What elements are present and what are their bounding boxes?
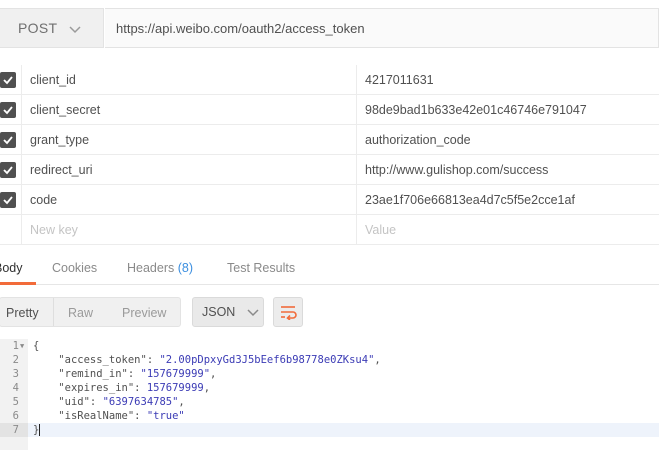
param-key[interactable]: grant_type: [21, 125, 357, 155]
code-text: "uid": "6397634785",: [58, 396, 185, 408]
params-table: client_id 4217011631 client_secret 98de9…: [0, 65, 659, 245]
param-value[interactable]: 98de9bad1b633e42e01c46746e791047: [357, 95, 659, 125]
response-toolbar: Pretty Raw Preview JSON: [0, 297, 659, 327]
code-text: }: [33, 423, 41, 437]
line-number: 3: [12, 368, 19, 380]
response-tabs: Body Cookies Headers (8) Test Results: [0, 255, 659, 285]
code-line: 4 "expires_in": 157679999,: [0, 381, 659, 395]
code-text: "expires_in": 157679999,: [58, 382, 211, 394]
wrap-lines-button[interactable]: [273, 297, 303, 327]
url-text: https://api.weibo.com/oauth2/access_toke…: [116, 20, 365, 36]
param-checkbox[interactable]: [0, 102, 16, 118]
code-text: "access_token": "2.00pDpxyGd3J5bEef6b987…: [58, 354, 381, 366]
method-label: POST: [18, 20, 58, 36]
headers-count-badge: (8): [177, 261, 194, 275]
text-caret: [39, 424, 41, 436]
json-key: "isRealName": [58, 410, 135, 422]
param-value[interactable]: 23ae1f706e66813ea4d7c5f5e2cce1af: [357, 185, 659, 215]
code-line: 1 ▼ {: [0, 339, 659, 353]
param-row: client_id 4217011631: [0, 65, 659, 95]
tab-headers-label: Headers: [127, 261, 175, 275]
tab-test-results[interactable]: Test Results: [227, 261, 295, 275]
view-mode-segmented: Pretty Raw Preview: [0, 297, 181, 327]
code-text: "isRealName": "true": [58, 410, 185, 422]
json-value: "6397634785": [102, 396, 179, 408]
param-value[interactable]: http://www.gulishop.com/success: [357, 155, 659, 185]
view-pretty-button[interactable]: Pretty: [6, 306, 39, 320]
param-value[interactable]: authorization_code: [357, 125, 659, 155]
param-key[interactable]: client_secret: [21, 95, 357, 125]
param-checkbox[interactable]: [0, 162, 16, 178]
response-body-editor[interactable]: 1 ▼ { 2 "access_token": "2.00pDpxyGd3J5b…: [0, 339, 659, 450]
line-number: 6: [12, 410, 19, 422]
json-comma: ,: [374, 354, 381, 366]
json-value: "2.00pDpxyGd3J5bEef6b98778e0ZKsu4": [159, 354, 375, 366]
check-icon: [3, 136, 13, 145]
check-icon: [3, 196, 13, 205]
code-text: {: [33, 340, 40, 352]
json-value: 157679999: [146, 382, 204, 394]
chevron-down-icon: [247, 306, 259, 318]
check-icon: [3, 76, 13, 85]
param-checkbox[interactable]: [0, 132, 16, 148]
code-line: 2 "access_token": "2.00pDpxyGd3J5bEef6b9…: [0, 353, 659, 367]
tab-body[interactable]: Body: [0, 261, 23, 275]
url-input[interactable]: https://api.weibo.com/oauth2/access_toke…: [105, 8, 659, 48]
param-row: grant_type authorization_code: [0, 125, 659, 155]
param-value[interactable]: 4217011631: [357, 65, 659, 95]
new-key-input[interactable]: New key: [21, 215, 357, 245]
view-preview-button[interactable]: Preview: [122, 306, 166, 320]
param-row: redirect_uri http://www.gulishop.com/suc…: [0, 155, 659, 185]
method-select[interactable]: POST: [0, 8, 104, 48]
line-number: 5: [12, 396, 19, 408]
segment-divider: [53, 298, 54, 326]
fold-arrow-icon[interactable]: ▼: [20, 339, 24, 353]
json-value: "true": [146, 410, 185, 422]
wrap-lines-icon: [281, 306, 297, 320]
json-comma: ,: [178, 396, 185, 408]
tab-cookies[interactable]: Cookies: [52, 261, 97, 275]
param-key[interactable]: client_id: [21, 65, 357, 95]
line-number: 2: [12, 354, 19, 366]
json-key: "remind_in": [58, 368, 128, 380]
json-value: "157679999": [140, 368, 211, 380]
json-comma: ,: [203, 382, 211, 394]
json-key: "expires_in": [58, 382, 135, 394]
json-comma: ,: [210, 368, 217, 380]
json-key: "uid": [58, 396, 90, 408]
format-label: JSON: [202, 305, 236, 319]
line-number: 4: [12, 382, 19, 394]
param-key[interactable]: code: [21, 185, 357, 215]
code-line: 6 "isRealName": "true": [0, 409, 659, 423]
line-number: 7: [12, 424, 19, 436]
code-line-current: 7 }: [0, 423, 659, 437]
check-icon: [3, 106, 13, 115]
param-checkbox[interactable]: [0, 72, 16, 88]
code-line: 5 "uid": "6397634785",: [0, 395, 659, 409]
new-value-input[interactable]: Value: [357, 215, 659, 245]
json-key: "access_token": [58, 354, 147, 366]
param-row: client_secret 98de9bad1b633e42e01c46746e…: [0, 95, 659, 125]
view-raw-button[interactable]: Raw: [68, 306, 93, 320]
request-bar: POST https://api.weibo.com/oauth2/access…: [0, 8, 659, 48]
code-text: "remind_in": "157679999",: [58, 368, 217, 380]
param-checkbox[interactable]: [0, 192, 16, 208]
line-number: 1: [12, 340, 19, 352]
tab-headers[interactable]: Headers (8): [127, 261, 193, 275]
chevron-down-icon: [69, 22, 81, 34]
format-select[interactable]: JSON: [192, 297, 264, 327]
param-key[interactable]: redirect_uri: [21, 155, 357, 185]
code-line: 3 "remind_in": "157679999",: [0, 367, 659, 381]
param-row: code 23ae1f706e66813ea4d7c5f5e2cce1af: [0, 185, 659, 215]
active-tab-indicator: [0, 282, 36, 285]
check-icon: [3, 166, 13, 175]
new-param-row: New key Value: [0, 215, 659, 245]
